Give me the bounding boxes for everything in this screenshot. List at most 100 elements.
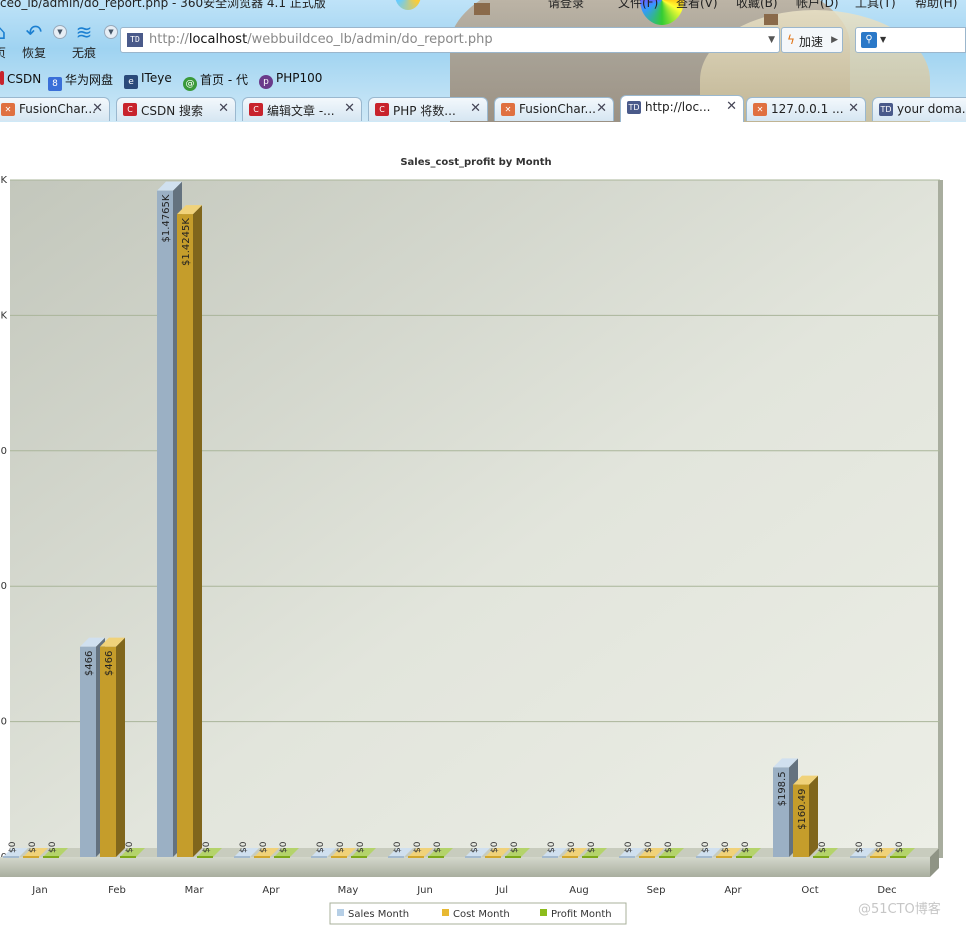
fav-php100[interactable]: p PHP100 xyxy=(259,71,322,89)
data-label: $0 xyxy=(239,841,249,853)
legend-label: Cost Month xyxy=(453,909,510,920)
td-icon: TD xyxy=(627,101,641,114)
legend-label: Profit Month xyxy=(551,909,612,920)
menu-account[interactable]: 帐户(D) xyxy=(796,0,839,11)
data-label: $466 xyxy=(84,651,95,676)
x-axis-tick-labels: Jan Feb Mar Apr May Jun Jul Aug Sep Apr Oct Dec xyxy=(31,885,896,896)
search-engine-dropdown-icon[interactable]: ▼ xyxy=(880,35,886,44)
tab-3[interactable]: C 编辑文章 -... ✕ xyxy=(242,97,362,121)
restore-icon: ↶ xyxy=(25,20,43,44)
tab-label: CSDN 搜索 xyxy=(141,104,204,118)
tab-6-active[interactable]: TD http://loc... ✕ xyxy=(620,95,744,122)
tab-label: your doma... xyxy=(897,102,966,116)
bar-side xyxy=(809,775,818,857)
data-label: $0 xyxy=(393,841,403,853)
menu-favorites[interactable]: 收藏(B) xyxy=(736,0,778,11)
incognito-icon: ≋ xyxy=(75,20,93,44)
data-label: $0 xyxy=(279,841,289,853)
tab-label: 127.0.0.1 ... xyxy=(771,102,844,116)
fav-label: 华为网盘 xyxy=(65,73,114,87)
fav-csdn[interactable]: CSDN xyxy=(0,71,41,86)
incognito-button[interactable]: ≋ 无痕 xyxy=(64,20,104,61)
bar-front xyxy=(234,856,250,858)
incognito-label: 无痕 xyxy=(71,46,96,60)
close-icon[interactable]: ✕ xyxy=(848,101,859,116)
td-icon: TD xyxy=(879,103,893,116)
x-tick-label: Jul xyxy=(495,885,508,896)
bar-cost-month xyxy=(177,205,202,857)
bar-front xyxy=(562,856,578,858)
legend-swatch xyxy=(540,909,547,916)
fav-home-site[interactable]: @ 首页 - 代 xyxy=(183,71,248,91)
bar-front xyxy=(351,856,367,858)
chart-title: Sales_cost_profit by Month xyxy=(400,157,551,168)
close-icon[interactable]: ✕ xyxy=(344,101,355,116)
address-bar[interactable]: TD http://localhost/webbuildceo_lb/admin… xyxy=(120,27,780,53)
csdn-icon: C xyxy=(249,103,263,116)
fusioncharts-icon: ✕ xyxy=(753,103,767,116)
legend-label: Sales Month xyxy=(348,909,409,920)
incognito-dropdown-icon[interactable]: ▼ xyxy=(104,25,118,39)
close-icon[interactable]: ✕ xyxy=(596,101,607,116)
bar-front xyxy=(120,856,136,858)
close-icon[interactable]: ✕ xyxy=(92,101,103,116)
close-icon[interactable]: ✕ xyxy=(218,101,229,116)
data-label: $0 xyxy=(875,841,885,853)
tab-label: http://loc... xyxy=(645,100,711,114)
tab-7[interactable]: ✕ 127.0.0.1 ... ✕ xyxy=(746,97,866,121)
fav-huawei-disk[interactable]: 8 华为网盘 xyxy=(48,71,113,91)
menu-view[interactable]: 查看(V) xyxy=(676,0,718,11)
close-icon[interactable]: ✕ xyxy=(726,99,737,114)
bar-front xyxy=(485,856,501,858)
accelerate-button[interactable]: ϟ 加速 ▶ xyxy=(781,27,843,53)
menu-help[interactable]: 帮助(H) xyxy=(915,0,957,11)
bar-front xyxy=(157,190,173,858)
tab-label: FusionChar... xyxy=(19,102,96,116)
bar-chart: Sales_cost_profit by Month 0000KK $0$0$0… xyxy=(0,157,943,925)
data-label: $0 xyxy=(547,841,557,853)
data-label: $0 xyxy=(356,841,366,853)
data-label: $466 xyxy=(104,651,115,676)
legend-swatch xyxy=(337,909,344,916)
fusioncharts-icon: ✕ xyxy=(1,103,15,116)
fusioncharts-icon: ✕ xyxy=(501,103,515,116)
tab-5[interactable]: ✕ FusionChar... ✕ xyxy=(494,97,614,121)
tab-label: PHP 将数... xyxy=(393,104,456,118)
csdn-icon: C xyxy=(375,103,389,116)
data-label: $0 xyxy=(855,841,865,853)
menu-file[interactable]: 文件(F) xyxy=(618,0,658,11)
data-label: $0 xyxy=(125,841,135,853)
balloon-basket-decoration-2 xyxy=(764,14,778,25)
tab-label: FusionChar... xyxy=(519,102,596,116)
restore-button[interactable]: ↶ 恢复 xyxy=(14,20,54,61)
data-label: $1.4765K xyxy=(161,194,172,242)
site-icon: @ xyxy=(183,77,197,91)
tab-8[interactable]: TD your doma... xyxy=(872,97,966,121)
chevron-right-icon[interactable]: ▶ xyxy=(831,35,838,45)
url-path: /webbuildceo_lb/admin/do_report.php xyxy=(247,32,493,47)
bar-front xyxy=(311,856,327,858)
data-label: $0 xyxy=(624,841,634,853)
y-tick-label: K xyxy=(0,310,7,321)
bar-front xyxy=(736,856,752,858)
fav-label: 首页 - 代 xyxy=(200,73,248,87)
y-tick-label: K xyxy=(0,175,7,186)
address-dropdown-icon[interactable]: ▼ xyxy=(768,35,775,45)
tab-2[interactable]: C CSDN 搜索 ✕ xyxy=(116,97,236,121)
data-label: $0 xyxy=(741,841,751,853)
data-label: $0 xyxy=(510,841,520,853)
tab-4[interactable]: C PHP 将数... ✕ xyxy=(368,97,488,121)
address-url[interactable]: http://localhost/webbuildceo_lb/admin/do… xyxy=(149,32,493,47)
home-label: 页 xyxy=(0,46,6,60)
tab-1[interactable]: ✕ FusionChar... ✕ xyxy=(0,97,110,121)
fav-iteye[interactable]: e ITeye xyxy=(124,71,172,89)
search-icon[interactable]: ⚲ xyxy=(861,32,877,48)
close-icon[interactable]: ✕ xyxy=(470,101,481,116)
legend: Sales Month Cost Month Profit Month xyxy=(329,902,627,925)
x-tick-label: Dec xyxy=(877,885,896,896)
menu-tools[interactable]: 工具(T) xyxy=(855,0,896,11)
data-label: $0 xyxy=(664,841,674,853)
main-toolbar: ⌂ 页 ↶ 恢复 ▼ ≋ 无痕 ▼ xyxy=(0,20,118,64)
menu-login[interactable]: 请登录 xyxy=(548,0,584,11)
search-box[interactable]: ⚲ ▼ xyxy=(855,27,966,53)
